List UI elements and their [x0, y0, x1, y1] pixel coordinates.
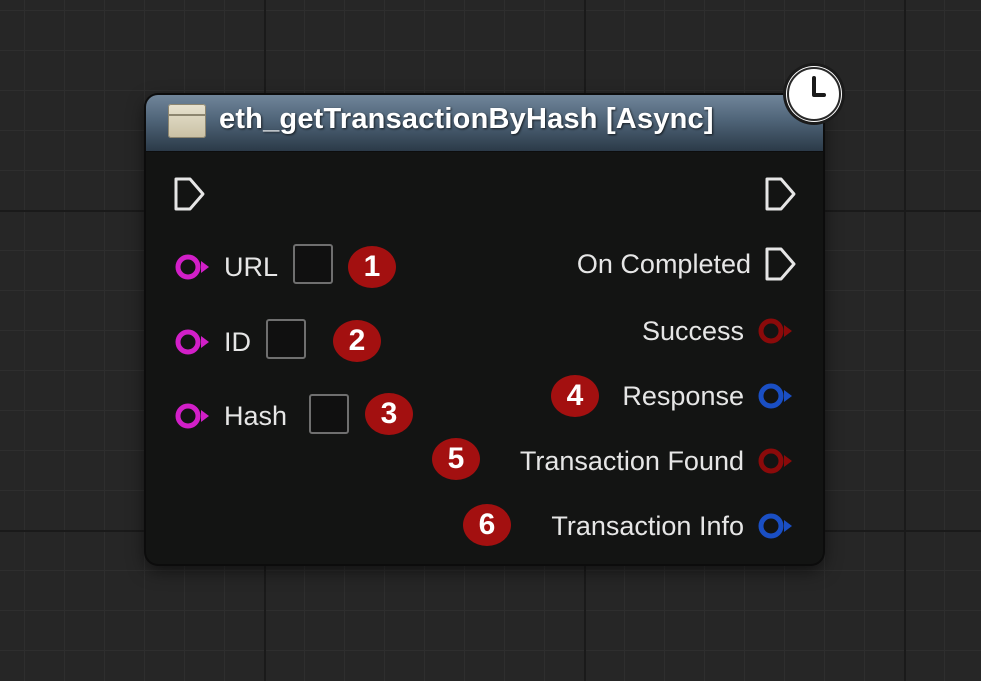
response-pin-label: Response: [622, 381, 744, 411]
hash-pin-label: Hash: [224, 401, 288, 431]
hash-input-pin[interactable]: [172, 400, 214, 432]
on-completed-exec-pin[interactable]: [763, 246, 797, 282]
on-completed-pin-label: On Completed: [576, 249, 751, 279]
id-pin-label: ID: [224, 327, 251, 357]
blueprint-graph-canvas[interactable]: eth_getTransactionByHash [Async] URL 1 I…: [0, 0, 981, 681]
function-icon: [168, 104, 206, 138]
success-pin-label: Success: [641, 316, 744, 346]
transaction-found-pin-label: Transaction Found: [519, 446, 744, 476]
callout-marker-3: 3: [365, 393, 413, 435]
clock-icon: [786, 66, 842, 122]
exec-output-pin[interactable]: [763, 176, 797, 212]
transaction-found-output-pin[interactable]: [755, 445, 797, 477]
transaction-info-output-pin[interactable]: [755, 510, 797, 542]
callout-marker-4: 4: [551, 375, 599, 417]
url-pin-label: URL: [224, 252, 279, 282]
success-output-pin[interactable]: [755, 315, 797, 347]
url-value-box[interactable]: [293, 244, 333, 284]
callout-marker-2: 2: [333, 320, 381, 362]
callout-marker-1: 1: [348, 246, 396, 288]
id-value-box[interactable]: [266, 319, 306, 359]
node-header[interactable]: eth_getTransactionByHash [Async]: [146, 95, 823, 152]
url-input-pin[interactable]: [172, 251, 214, 283]
callout-marker-5: 5: [432, 438, 480, 480]
callout-marker-6: 6: [463, 504, 511, 546]
node-title: eth_getTransactionByHash [Async]: [219, 103, 714, 135]
id-input-pin[interactable]: [172, 326, 214, 358]
transaction-info-pin-label: Transaction Info: [551, 511, 744, 541]
response-output-pin[interactable]: [755, 380, 797, 412]
exec-input-pin[interactable]: [172, 176, 206, 212]
hash-value-box[interactable]: [309, 394, 349, 434]
